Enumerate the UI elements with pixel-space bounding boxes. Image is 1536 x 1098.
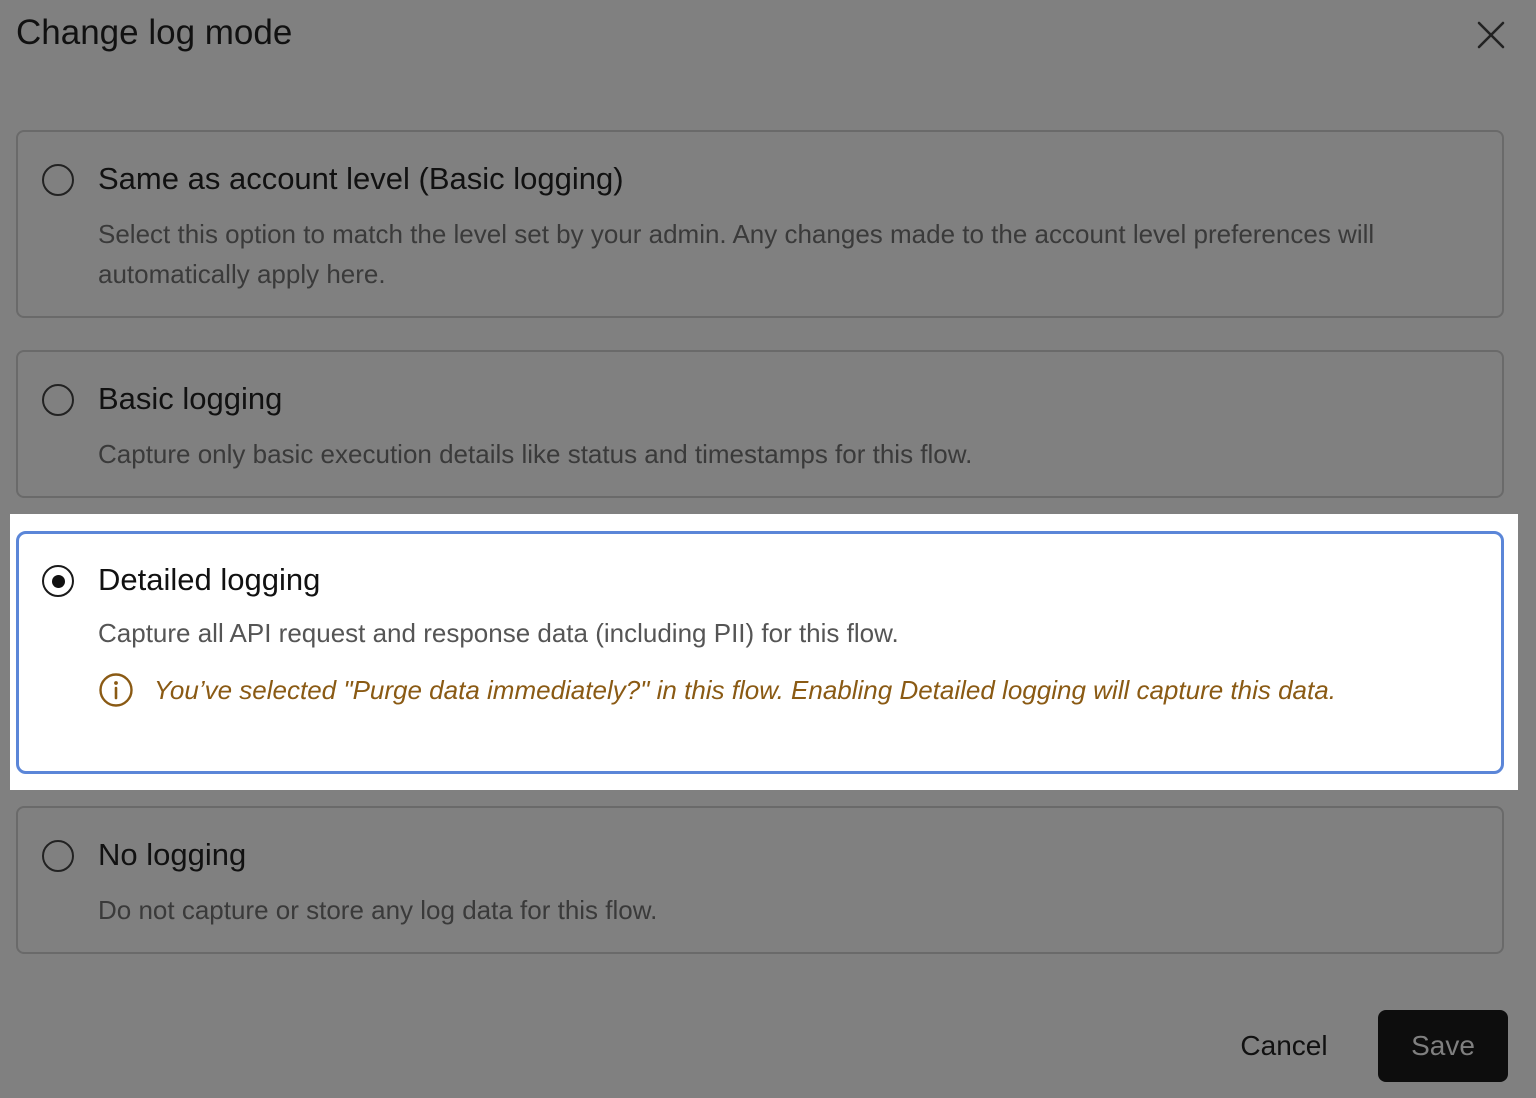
- option-title: Basic logging: [98, 381, 283, 416]
- option-description: Capture all API request and response dat…: [98, 618, 899, 648]
- warning-text: You’ve selected "Purge data immediately?…: [154, 675, 1336, 705]
- close-icon[interactable]: [1476, 20, 1506, 50]
- option-description: Do not capture or store any log data for…: [98, 895, 658, 925]
- info-circle-icon: [99, 673, 133, 707]
- save-button[interactable]: Save: [1378, 1010, 1508, 1082]
- option-title: Detailed logging: [98, 562, 321, 597]
- cancel-button[interactable]: Cancel: [1220, 1010, 1348, 1082]
- radio-same-as-account[interactable]: [42, 164, 74, 196]
- option-title: Same as account level (Basic logging): [98, 161, 624, 196]
- option-basic-logging[interactable]: Basic logging Capture only basic executi…: [16, 350, 1504, 498]
- radio-no-logging[interactable]: [42, 840, 74, 872]
- radio-detailed-logging[interactable]: [42, 565, 74, 597]
- close-button[interactable]: [1470, 14, 1512, 56]
- radio-selected-dot: [51, 574, 65, 588]
- option-same-as-account[interactable]: Same as account level (Basic logging) Se…: [16, 130, 1504, 318]
- radio-basic-logging[interactable]: [42, 384, 74, 416]
- warning-message: You’ve selected "Purge data immediately?…: [98, 670, 1488, 710]
- option-title: No logging: [98, 837, 247, 872]
- option-description: Capture only basic execution details lik…: [98, 439, 973, 469]
- dialog-title: Change log mode: [16, 13, 293, 52]
- option-description: Select this option to match the level se…: [98, 219, 1375, 289]
- option-no-logging[interactable]: No logging Do not capture or store any l…: [16, 806, 1504, 954]
- option-detailed-logging[interactable]: Detailed logging Capture all API request…: [16, 531, 1504, 774]
